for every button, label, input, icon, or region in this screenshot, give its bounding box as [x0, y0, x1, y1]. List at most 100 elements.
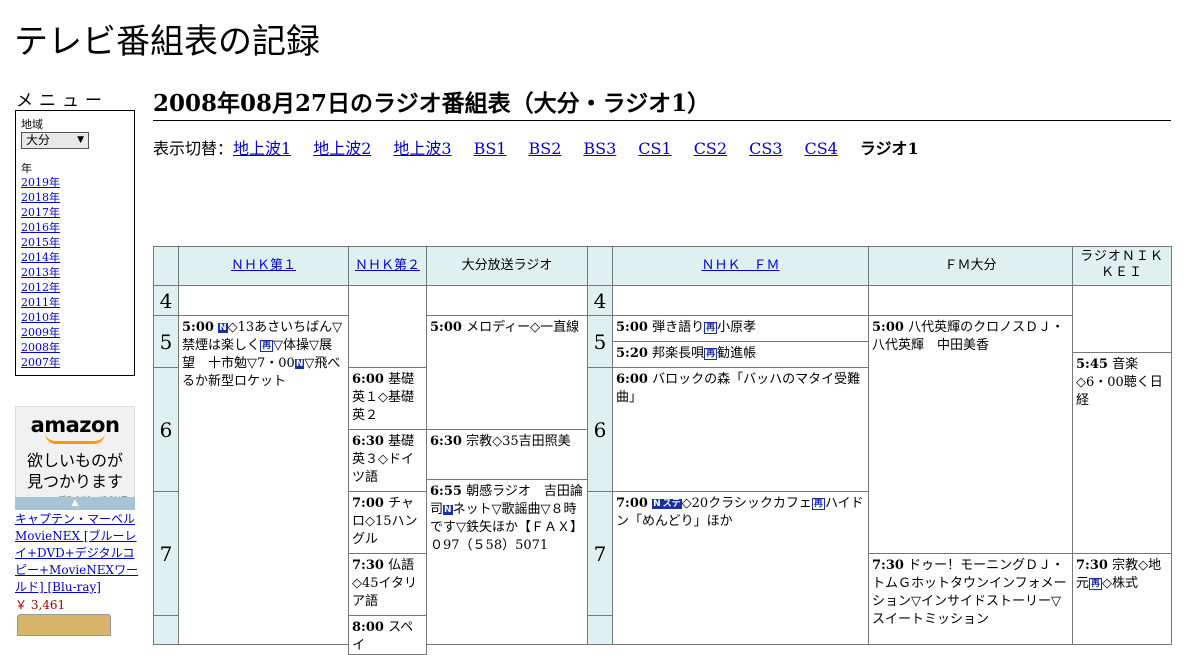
chevron-down-icon: ▼: [77, 135, 84, 145]
rebroadcast-icon: 再: [1089, 578, 1103, 590]
product-price: ￥ 3,461: [15, 598, 66, 612]
program-title: 小原孝: [717, 320, 757, 335]
channel-link[interactable]: 地上波1: [233, 139, 291, 158]
hour-label: 6: [153, 367, 179, 492]
program-time: 5:00: [430, 320, 462, 335]
station-header[interactable]: ＮＨＫ ＦＭ: [612, 246, 869, 286]
menu-title: メニュー: [16, 91, 108, 111]
stereo-icon: ステ: [661, 499, 682, 509]
station-header: ラジオＮＩＫＫＥＩ: [1072, 246, 1172, 286]
hour-label: 4: [153, 285, 179, 316]
year-link[interactable]: 2018年: [21, 191, 60, 204]
channel-link[interactable]: CS3: [749, 139, 782, 158]
program-time: 7:00: [352, 496, 384, 511]
channel-link[interactable]: BS3: [583, 139, 616, 158]
program-time: 6:00: [352, 372, 384, 387]
program-cell[interactable]: 6:30 宗教◇35吉田照美: [426, 429, 588, 480]
program-time: 5:00: [872, 320, 904, 335]
program-cell[interactable]: 6:00 基礎英１◇基礎英２: [348, 367, 427, 430]
station-header: 大分放送ラジオ: [426, 246, 588, 286]
program-cell[interactable]: 7:30 ドゥー！モーニングＤＪ・トムＧホットタウンインフォメーション▽インサイ…: [868, 553, 1073, 645]
site-title: テレビ番組表の記録: [14, 22, 320, 62]
program-title: 弾き語り: [652, 320, 705, 335]
year-link[interactable]: 2007年: [21, 356, 60, 369]
station-header[interactable]: ＮＨＫ第１: [178, 246, 349, 286]
rebroadcast-icon: 再: [704, 322, 718, 334]
program-cell[interactable]: 7:30 宗教◇地元再 ◇株式: [1072, 553, 1172, 645]
amazon-ad[interactable]: amazon 欲しいものが 見つかります プライバシーについて: [15, 406, 135, 510]
hour-label: 4: [587, 285, 613, 316]
ad-copy: 欲しいものが 見つかります: [16, 450, 134, 492]
year-link[interactable]: 2010年: [21, 311, 60, 324]
channel-link[interactable]: 地上波3: [393, 139, 451, 158]
program-cell[interactable]: 5:45 音楽◇6・00聴く日経: [1072, 352, 1172, 554]
year-link[interactable]: 2013年: [21, 266, 60, 279]
year-link[interactable]: 2017年: [21, 206, 60, 219]
station-header[interactable]: ＮＨＫ第２: [348, 246, 427, 286]
hour-label: 5: [153, 315, 179, 368]
product-link[interactable]: キャプテン・マーベル MovieNEX [ブルーレイ+DVD+デジタルコピー+M…: [15, 511, 140, 596]
year-link[interactable]: 2016年: [21, 221, 60, 234]
channel-link[interactable]: CS4: [804, 139, 837, 158]
program-cell[interactable]: 6:00 バロックの森「バッハのマタイ受難曲」: [612, 367, 869, 492]
amazon-logo: amazon: [30, 413, 120, 437]
program-cell[interactable]: 7:00 N ステ◇20クラシックカフェ再ハイドン「めんどり」ほか: [612, 491, 869, 645]
program-cell-empty: [1072, 285, 1172, 353]
program-cell-empty: [868, 285, 1073, 316]
program-cell[interactable]: 6:55 朝感ラジオ 吉田論司Nネット▽歌謡曲▽８時です▽鉄矢ほか【ＦＡＸ】０9…: [426, 479, 588, 645]
program-time: 8:00: [352, 620, 384, 635]
hour-label: 6: [587, 367, 613, 492]
program-cell[interactable]: 7:30 仏語◇45イタリア語: [348, 553, 427, 616]
ad-copy-line: 見つかります: [26, 472, 123, 491]
program-title: メロディー◇一直線: [466, 320, 580, 335]
page-title: 2008年08月27日のラジオ番組表（大分・ラジオ1）: [153, 84, 1171, 121]
year-list: 2019年 2018年 2017年 2016年 2015年 2014年 2013…: [21, 175, 60, 370]
year-link[interactable]: 2009年: [21, 326, 60, 339]
news-icon: N: [294, 359, 305, 369]
product-thumbnail[interactable]: [17, 614, 111, 636]
channel-link[interactable]: BS2: [528, 139, 561, 158]
program-cell[interactable]: 5:00 メロディー◇一直線: [426, 315, 588, 430]
program-cell[interactable]: 8:00 スペイ: [348, 615, 427, 655]
current-channel: ラジオ1: [859, 139, 919, 158]
news-icon: N: [443, 505, 453, 515]
program-time: 5:20: [616, 346, 648, 361]
program-cell[interactable]: 7:00 チャロ◇15ハングル: [348, 491, 427, 554]
year-link[interactable]: 2015年: [21, 236, 60, 249]
year-label: 年: [21, 162, 32, 175]
program-time: 6:30: [352, 434, 384, 449]
program-cell[interactable]: 5:00 八代英輝のクロノスＤＪ・八代英輝 中田美香: [868, 315, 1073, 554]
channel-link[interactable]: BS1: [474, 139, 507, 158]
program-cell[interactable]: 5:20 邦楽長唄再勧進帳: [612, 341, 869, 368]
ad-collapse-bar[interactable]: ▲: [15, 497, 135, 510]
chevron-up-icon: ▲: [71, 498, 79, 508]
station-link[interactable]: ＮＨＫ第２: [355, 258, 420, 273]
program-title: 邦楽長唄: [652, 346, 705, 361]
station-label: 大分放送ラジオ: [461, 258, 553, 273]
news-icon: N: [218, 323, 228, 333]
year-link[interactable]: 2011年: [21, 296, 60, 309]
year-link[interactable]: 2014年: [21, 251, 60, 264]
region-label: 地域: [21, 118, 43, 131]
program-cell[interactable]: 6:30 基礎英３◇ドイツ語: [348, 429, 427, 492]
program-cell[interactable]: 5:00 N◇13あさいちばん▽禁煙は楽しく再 ▽体操▽展望 十市勉▽7・00N▽…: [178, 315, 349, 645]
program-time: 6:30: [430, 434, 462, 449]
year-link[interactable]: 2008年: [21, 341, 60, 354]
hour-label: 7: [587, 491, 613, 616]
region-select[interactable]: 大分 ▼: [21, 132, 89, 149]
program-time: 6:55: [430, 484, 462, 499]
rebroadcast-icon: 再: [811, 498, 825, 510]
station-label: ＦＭ大分: [944, 258, 997, 273]
year-link[interactable]: 2019年: [21, 176, 60, 189]
program-time: 5:45: [1076, 357, 1108, 372]
channel-link[interactable]: CS1: [638, 139, 671, 158]
program-time: 6:00: [616, 372, 648, 387]
station-link[interactable]: ＮＨＫ第１: [231, 258, 296, 273]
year-link[interactable]: 2012年: [21, 281, 60, 294]
channel-link[interactable]: CS2: [694, 139, 727, 158]
station-link[interactable]: ＮＨＫ ＦＭ: [701, 258, 779, 273]
program-cell[interactable]: 5:00 弾き語り再小原孝: [612, 315, 869, 342]
program-title: ネット▽歌謡曲▽８時です▽鉄矢ほか【ＦＡＸ】０97（５58）5071: [430, 502, 583, 553]
program-title: ◇株式: [1102, 576, 1139, 591]
channel-link[interactable]: 地上波2: [313, 139, 371, 158]
